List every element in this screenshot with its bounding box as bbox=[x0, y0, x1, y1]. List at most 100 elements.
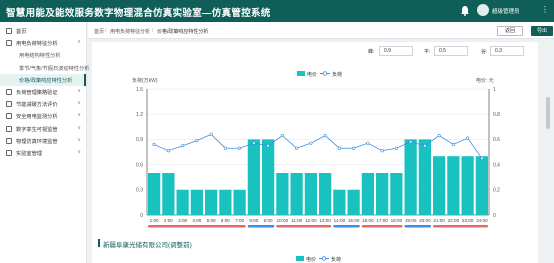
sidebar-item-label: 用电结构特性分析 bbox=[19, 53, 61, 60]
legend-swatch-bar bbox=[296, 256, 304, 261]
y2-tick-label: 0.4 bbox=[493, 162, 500, 168]
breadcrumb-item-current: 价格/政策响应特性分析 bbox=[157, 29, 209, 35]
bell-icon[interactable] bbox=[460, 5, 470, 16]
sidebar-item-label: 季节/气象/节假日波动特性分析 bbox=[19, 65, 90, 72]
legend-swatch-bar bbox=[297, 71, 305, 76]
x-tick-label: 11:00 bbox=[291, 218, 303, 223]
sidebar-item-label: 节能减碳方法评价 bbox=[16, 102, 58, 109]
sidebar-item[interactable]: 负荷管理策略验证 ∨ bbox=[0, 86, 86, 98]
y-tick-label: 1.5 bbox=[136, 87, 143, 93]
time-range-band bbox=[404, 225, 431, 228]
x-tick-label: 3:00 bbox=[178, 218, 187, 223]
x-tick-label: 12:00 bbox=[305, 218, 317, 223]
x-tick-label: 17:00 bbox=[376, 218, 388, 223]
x-tick-label: 4:00 bbox=[192, 218, 201, 223]
bar bbox=[233, 189, 246, 215]
time-range-band bbox=[361, 225, 403, 228]
x-tick-label: 6:00 bbox=[221, 218, 230, 223]
peak-label: 峰: bbox=[368, 49, 375, 55]
strategy-icon bbox=[6, 88, 12, 95]
flat-price-input[interactable]: 0.5 bbox=[434, 46, 468, 56]
back-button[interactable]: 返回 bbox=[497, 26, 523, 36]
sidebar-item[interactable]: 安全用电监测分析 ∨ bbox=[0, 110, 86, 122]
right-axis-unit: 电价: 元 bbox=[476, 77, 494, 84]
bar bbox=[432, 156, 446, 215]
legend-label-bar: 电价 bbox=[307, 71, 317, 78]
time-range-band bbox=[433, 225, 488, 228]
bar bbox=[404, 139, 417, 215]
chart-icon bbox=[6, 40, 12, 47]
y-tick-label: 0.6 bbox=[136, 162, 143, 168]
bar bbox=[475, 156, 489, 215]
y2-tick-label: 0.2 bbox=[493, 188, 500, 194]
x-tick-label: 20:00 bbox=[419, 218, 431, 223]
load-point bbox=[437, 134, 441, 138]
section-marker bbox=[98, 239, 100, 247]
valley-price-input[interactable]: 0.3 bbox=[490, 46, 524, 56]
x-tick-label: 24:00 bbox=[476, 218, 488, 223]
y-tick-label: 0.3 bbox=[136, 188, 143, 194]
y2-tick-label: 0 bbox=[493, 213, 496, 219]
user-name[interactable]: 超级管理员 bbox=[492, 7, 520, 15]
price-load-chart: 电价 负荷负荷(万kW) 电价: 元 0 0.3 0.6 0.9 1.2 1.5 0 0.2 0.4 0… bbox=[132, 71, 500, 228]
section-title: 新疆阜康光储有限公司(调整前) bbox=[103, 242, 192, 249]
chevron-icon: ∨ bbox=[77, 124, 81, 131]
chevron-icon: ∧ bbox=[77, 39, 81, 46]
export-button[interactable]: 导出 bbox=[531, 26, 553, 36]
load-point bbox=[252, 141, 256, 145]
load-point bbox=[195, 139, 199, 143]
chevron-icon: ∨ bbox=[77, 112, 81, 119]
sidebar-item[interactable]: 用电结构特性分析 bbox=[0, 49, 86, 61]
scrollbar-thumb[interactable] bbox=[546, 97, 550, 129]
y2-tick-label: 1 bbox=[493, 87, 496, 93]
y-tick-label: 0.9 bbox=[136, 137, 143, 143]
sidebar-item[interactable]: 首页 bbox=[0, 25, 86, 37]
load-point bbox=[423, 144, 427, 148]
avatar[interactable] bbox=[477, 4, 489, 16]
load-point bbox=[266, 144, 270, 148]
y-tick-label: 1.2 bbox=[136, 112, 143, 118]
breadcrumb-item-home[interactable]: 首页 bbox=[94, 28, 104, 35]
load-point bbox=[280, 134, 284, 138]
load-point bbox=[152, 142, 156, 147]
home-icon bbox=[6, 28, 12, 34]
x-tick-label: 14:00 bbox=[334, 218, 346, 223]
time-range-band bbox=[148, 225, 246, 228]
bar bbox=[418, 139, 432, 215]
x-tick-label: 22:00 bbox=[448, 218, 460, 223]
load-point bbox=[451, 142, 455, 147]
breadcrumb-item-load-analysis[interactable]: 用电负荷特征分析 bbox=[110, 28, 150, 35]
load-line bbox=[153, 133, 483, 159]
bar bbox=[461, 156, 474, 215]
bar bbox=[347, 189, 360, 215]
load-point bbox=[238, 146, 242, 150]
x-tick-label: 9:00 bbox=[264, 218, 273, 223]
bar bbox=[361, 173, 375, 215]
sidebar-item-label: 物理仿真环境监管 bbox=[16, 138, 58, 145]
left-axis-unit: 负荷(万kW) bbox=[132, 77, 158, 84]
load-point bbox=[166, 149, 170, 153]
sidebar: 首页 用电负荷特征分析 ∧ 用电结构特性分析季节/气象/节假日波动特性分析 价格/政策响… bbox=[0, 22, 90, 263]
peak-price-input[interactable]: 0.9 bbox=[379, 46, 413, 56]
bar bbox=[261, 139, 275, 215]
load-point bbox=[337, 146, 341, 150]
sidebar-item-label: 价格/政策响应特性分析 bbox=[19, 77, 73, 84]
load-point bbox=[295, 146, 299, 150]
sidebar-item[interactable]: 数字孪生可视监管 ∨ bbox=[0, 123, 86, 135]
x-tick-label: 10:00 bbox=[277, 218, 289, 223]
more-icon[interactable]: ⋮ bbox=[541, 5, 549, 14]
sidebar-item[interactable]: 价格/政策响应特性分析 bbox=[0, 73, 86, 87]
sidebar-item-label: 实验室管理 bbox=[16, 150, 42, 157]
bar bbox=[375, 173, 389, 215]
sidebar-item[interactable]: 节能减碳方法评价 ∨ bbox=[0, 98, 86, 110]
sidebar-item[interactable]: 用电负荷特征分析 ∧ bbox=[0, 37, 86, 49]
scrollbar[interactable] bbox=[545, 40, 551, 263]
sidebar-item[interactable]: 季节/气象/节假日波动特性分析 bbox=[0, 62, 90, 74]
sidebar-item[interactable]: 物理仿真环境监管 ∨ bbox=[0, 135, 86, 147]
chevron-icon: ∨ bbox=[77, 87, 81, 94]
sidebar-item-label: 负荷管理策略验证 bbox=[16, 89, 58, 96]
bar bbox=[390, 173, 403, 215]
time-range-band bbox=[247, 225, 275, 228]
breadcrumb-separator: / bbox=[152, 28, 154, 34]
sidebar-item[interactable]: 实验室管理 ∨ bbox=[0, 147, 86, 159]
